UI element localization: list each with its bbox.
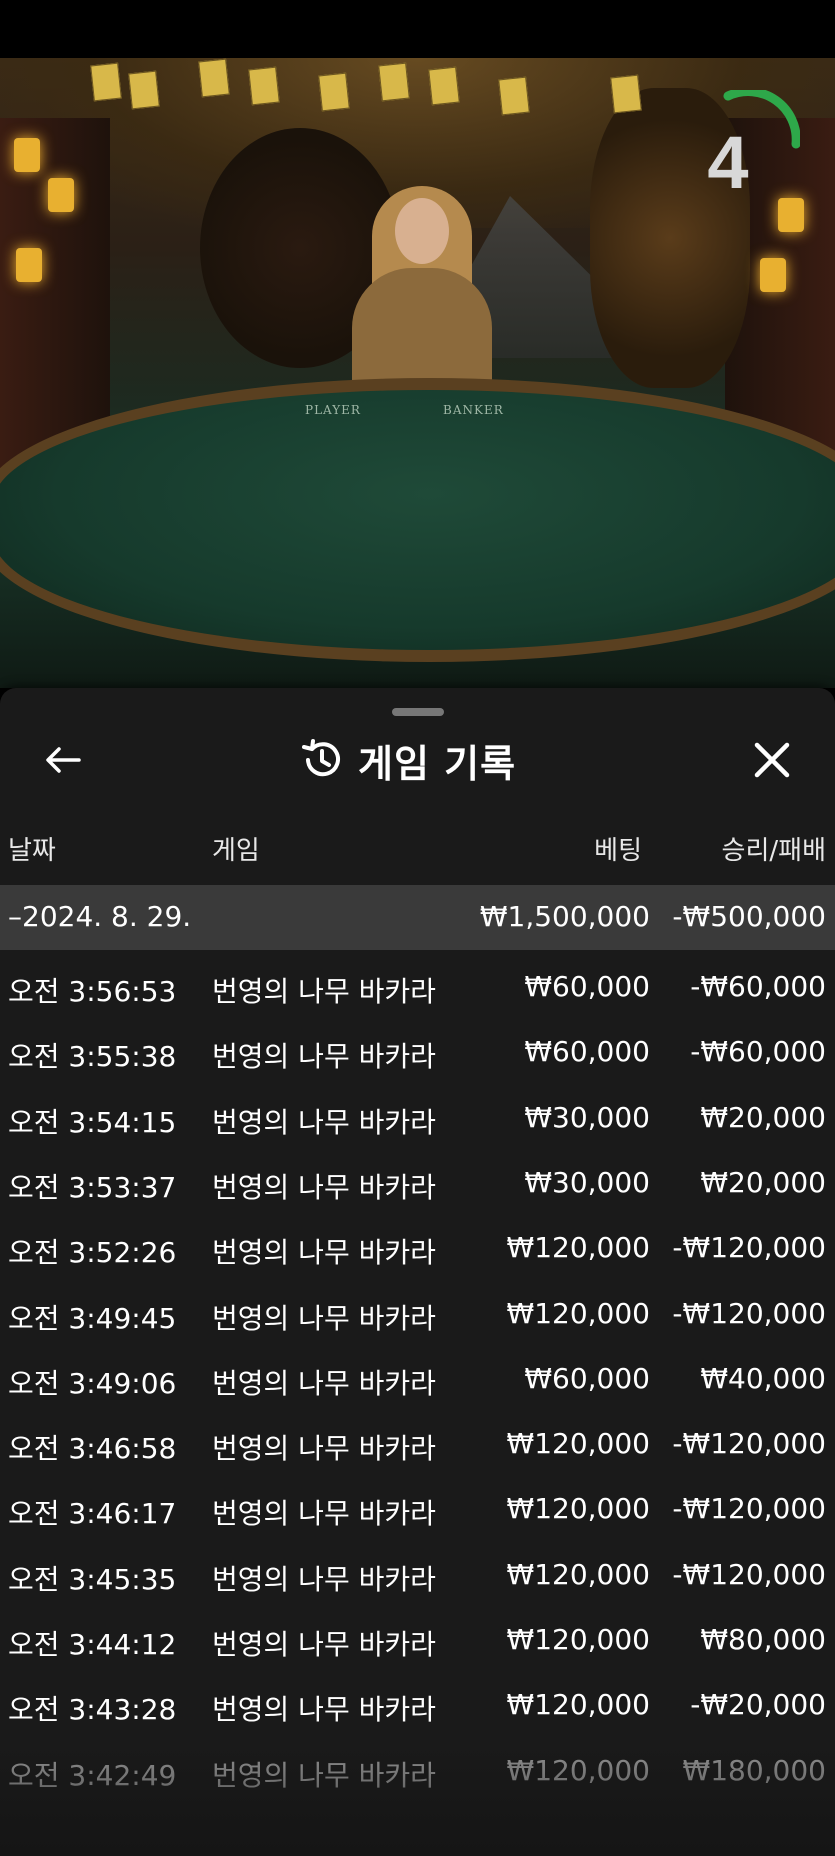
column-header-date[interactable]: 날짜 — [8, 830, 56, 867]
row-game-name: 번영의 나무 바카라 — [212, 1432, 436, 1465]
lantern — [48, 178, 74, 212]
drag-handle[interactable] — [392, 708, 444, 716]
row-result-amount: -₩120,000 — [672, 1492, 826, 1525]
hanging-card-decoration — [128, 70, 160, 110]
column-header-bet[interactable]: 베팅 — [490, 830, 642, 867]
close-icon — [754, 742, 790, 778]
status-bar — [0, 0, 835, 58]
row-game-name: 번영의 나무 바카라 — [212, 1693, 436, 1726]
row-bet-amount: ₩60,000 — [524, 1035, 650, 1068]
row-game-name: 번영의 나무 바카라 — [212, 1171, 436, 1204]
row-bet-amount: ₩120,000 — [506, 1231, 650, 1264]
hanging-card-decoration — [318, 72, 350, 112]
row-bet-amount: ₩120,000 — [506, 1297, 650, 1330]
row-result-amount: ₩20,000 — [700, 1166, 826, 1199]
row-bet-amount: ₩120,000 — [506, 1558, 650, 1591]
row-game-name: 번영의 나무 바카라 — [212, 1236, 436, 1269]
row-time: 오전 3:43:28 — [8, 1693, 177, 1726]
row-game-name: 번영의 나무 바카라 — [212, 1302, 436, 1335]
panel-header: 게임 기록 — [300, 734, 516, 786]
row-result-amount: -₩120,000 — [672, 1558, 826, 1591]
row-result-amount: ₩20,000 — [700, 1101, 826, 1134]
hanging-card-decoration — [378, 62, 410, 102]
row-time: 오전 3:55:38 — [8, 1040, 177, 1073]
column-header-result[interactable]: 승리/패배 — [648, 830, 826, 867]
row-result-amount: -₩20,000 — [690, 1688, 826, 1721]
dealer-face — [395, 198, 449, 264]
panel-title: 게임 기록 — [358, 741, 517, 786]
column-header-game[interactable]: 게임 — [212, 830, 260, 867]
banker-area-label: BANKER — [443, 403, 504, 417]
summary-date: –2024. 8. 29. — [8, 900, 192, 933]
row-time: 오전 3:49:06 — [8, 1367, 177, 1400]
row-time: 오전 3:45:35 — [8, 1563, 177, 1596]
hanging-card-decoration — [90, 62, 122, 102]
row-time: 오전 3:49:45 — [8, 1302, 177, 1335]
row-game-name: 번영의 나무 바카라 — [212, 1497, 436, 1530]
hanging-card-decoration — [428, 66, 460, 106]
lantern — [16, 248, 42, 282]
row-time: 오전 3:46:17 — [8, 1497, 177, 1530]
summary-bet-total: ₩1,500,000 — [479, 900, 650, 933]
row-game-name: 번영의 나무 바카라 — [212, 1106, 436, 1139]
hanging-card-decoration — [610, 74, 642, 114]
back-button[interactable] — [38, 738, 88, 782]
row-time: 오전 3:52:26 — [8, 1236, 177, 1269]
row-bet-amount: ₩120,000 — [506, 1623, 650, 1656]
history-clock-icon — [302, 739, 340, 777]
row-result-amount: -₩120,000 — [672, 1231, 826, 1264]
row-bet-amount: ₩120,000 — [506, 1688, 650, 1721]
hanging-card-decoration — [198, 58, 230, 98]
row-result-amount: ₩80,000 — [700, 1623, 826, 1656]
row-bet-amount: ₩60,000 — [524, 1362, 650, 1395]
hanging-card-decoration — [248, 66, 280, 106]
row-bet-amount: ₩30,000 — [524, 1166, 650, 1199]
countdown-number: 4 — [707, 121, 749, 204]
row-time: 오전 3:44:12 — [8, 1628, 177, 1661]
row-result-amount: -₩120,000 — [672, 1427, 826, 1460]
lantern — [14, 138, 40, 172]
row-time: 오전 3:56:53 — [8, 975, 177, 1008]
row-bet-amount: ₩30,000 — [524, 1101, 650, 1134]
row-result-amount: -₩60,000 — [690, 1035, 826, 1068]
row-bet-amount: ₩120,000 — [506, 1427, 650, 1460]
close-button[interactable] — [748, 736, 796, 784]
bottom-fade — [0, 1740, 835, 1856]
row-game-name: 번영의 나무 바카라 — [212, 1367, 436, 1400]
row-game-name: 번영의 나무 바카라 — [212, 1563, 436, 1596]
row-time: 오전 3:53:37 — [8, 1171, 177, 1204]
row-game-name: 번영의 나무 바카라 — [212, 1040, 436, 1073]
row-game-name: 번영의 나무 바카라 — [212, 1628, 436, 1661]
arrow-left-icon — [46, 747, 81, 773]
row-result-amount: ₩40,000 — [700, 1362, 826, 1395]
row-game-name: 번영의 나무 바카라 — [212, 975, 436, 1008]
row-bet-amount: ₩60,000 — [524, 970, 650, 1003]
summary-result-total: -₩500,000 — [672, 900, 826, 933]
row-time: 오전 3:54:15 — [8, 1106, 177, 1139]
player-area-label: PLAYER — [305, 403, 361, 417]
row-time: 오전 3:46:58 — [8, 1432, 177, 1465]
lantern — [778, 198, 804, 232]
row-result-amount: -₩60,000 — [690, 970, 826, 1003]
row-result-amount: -₩120,000 — [672, 1297, 826, 1330]
baccarat-table — [0, 378, 835, 662]
lantern — [760, 258, 786, 292]
row-bet-amount: ₩120,000 — [506, 1492, 650, 1525]
hanging-card-decoration — [498, 76, 530, 116]
